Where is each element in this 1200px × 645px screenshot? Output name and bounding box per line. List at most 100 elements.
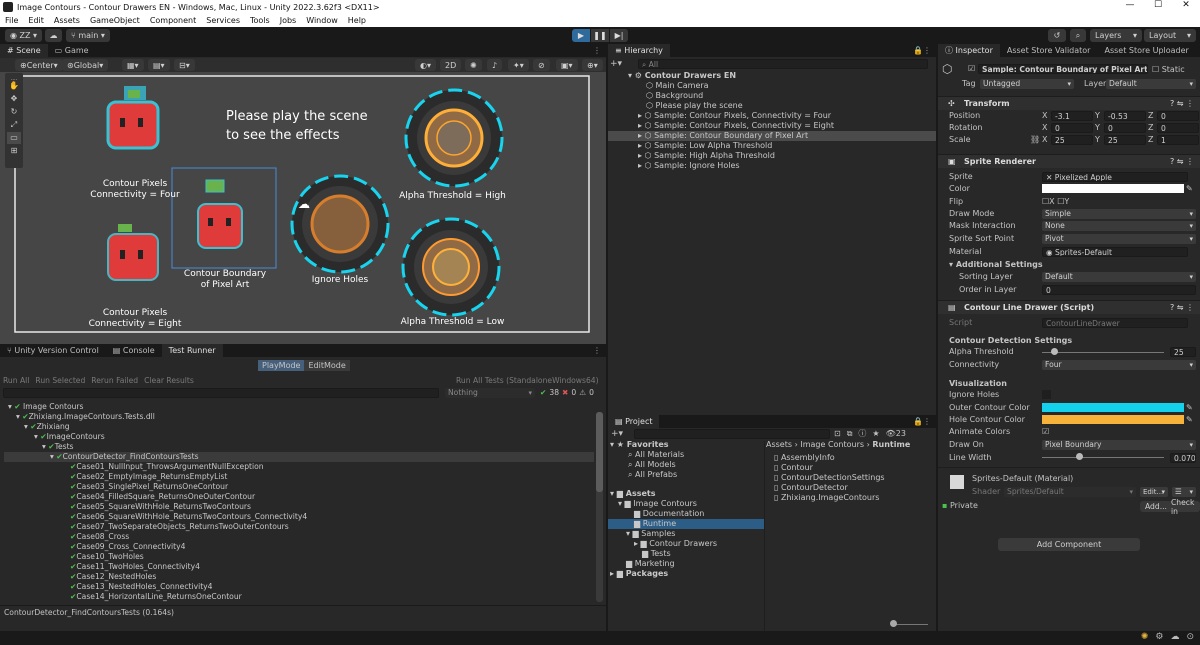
position-z-field[interactable]: 0 — [1157, 111, 1199, 121]
effects-icon[interactable]: ✦▾ — [508, 59, 529, 71]
color-swatch[interactable] — [1042, 184, 1184, 193]
asset-file[interactable]: ▯ AssemblyInfo — [774, 453, 835, 463]
menu-services[interactable]: Services — [201, 16, 245, 25]
folder-item[interactable]: ▆ Documentation — [634, 509, 704, 519]
connectivity-dropdown[interactable]: Four — [1042, 360, 1196, 370]
test-case-row[interactable]: ✔Case12_NestedHoles — [70, 572, 156, 582]
add-icon[interactable]: +▾ — [610, 59, 622, 69]
menu-help[interactable]: Help — [343, 16, 371, 25]
camera-icon[interactable]: ▣▾ — [556, 59, 578, 71]
material-field[interactable]: ◉ Sprites-Default — [1042, 247, 1188, 257]
step-button[interactable]: ▶| — [610, 29, 628, 42]
tab-version-control[interactable]: ⑂ Unity Version Control — [0, 344, 106, 357]
transform-header[interactable]: ✣ Transform ? ⇋ ⋮ — [938, 96, 1200, 110]
favorite-item[interactable]: ⌕ All Models — [628, 460, 676, 470]
position-y-field[interactable]: -0.53 — [1104, 111, 1146, 121]
scene-root[interactable]: ▾ ⚙ Contour Drawers EN — [628, 71, 736, 81]
lighting-icon[interactable]: ✺ — [465, 59, 482, 71]
test-case-row[interactable]: ✔Case14_HorizontalLine_ReturnsOneContour — [70, 592, 242, 602]
asset-file[interactable]: ▯ Contour — [774, 463, 813, 473]
test-case-row[interactable]: ✔Case08_Cross — [70, 532, 129, 542]
layers-dropdown[interactable]: Layers ▾ — [1090, 29, 1142, 42]
shading-icon[interactable]: ◐▾ — [415, 59, 436, 71]
debug-icon[interactable]: ⚙ — [1155, 632, 1163, 642]
check-in-button[interactable]: Check in — [1168, 498, 1200, 516]
hierarchy-item-selected[interactable]: ▸ ⬡ Sample: Contour Boundary of Pixel Ar… — [608, 131, 936, 141]
additional-settings-foldout[interactable]: ▾ Additional Settings — [949, 259, 1043, 270]
test-case-row[interactable]: ✔Case10_TwoHoles — [70, 552, 144, 562]
breadcrumb-item[interactable]: Image Contours — [800, 440, 864, 449]
ignore-holes-checkbox[interactable] — [1042, 390, 1051, 399]
component-menu-icon[interactable]: ? ⇋ ⋮ — [1170, 301, 1194, 314]
breadcrumb-item[interactable]: Runtime — [872, 440, 910, 449]
test-case-row[interactable]: ✔Case01_NullInput_ThrowsArgumentNullExce… — [70, 462, 264, 472]
test-node[interactable]: ▾ ✔Zhixiang — [24, 422, 70, 432]
branch-dropdown[interactable]: ⑂ main ▾ — [66, 29, 110, 42]
search-icon[interactable]: ⌕ — [1070, 29, 1086, 42]
asset-file[interactable]: ▯ Zhixiang.ImageContours — [774, 493, 879, 503]
move-tool-icon[interactable]: ✥ — [7, 93, 21, 105]
breadcrumb-item[interactable]: Assets — [766, 440, 792, 449]
alpha-slider[interactable] — [1042, 352, 1164, 353]
tag-dropdown[interactable]: Untagged — [980, 79, 1074, 89]
eyedropper-icon[interactable]: ✎ — [1186, 183, 1193, 194]
hierarchy-item[interactable]: ⬡ Main Camera — [646, 81, 709, 91]
alpha-field[interactable]: 25 — [1170, 347, 1196, 357]
tab-asset-store-uploader[interactable]: Asset Store Uploader — [1097, 44, 1195, 57]
sprite-field[interactable]: ✕ Pixelized Apple — [1042, 172, 1188, 182]
menu-edit[interactable]: Edit — [23, 16, 49, 25]
favorite-icon[interactable]: ★ — [872, 429, 879, 438]
eyedropper-icon[interactable]: ✎ — [1186, 402, 1193, 413]
line-width-slider[interactable] — [1042, 457, 1164, 458]
draw-mode-dropdown[interactable]: Simple — [1042, 209, 1196, 219]
maximize-icon[interactable]: ☐ — [1144, 0, 1172, 10]
scene-view[interactable]: ☁ Please play the scene to see the effect… — [0, 72, 606, 344]
tab-game[interactable]: ▭ Game — [48, 44, 96, 57]
add-icon[interactable]: +▾ — [611, 429, 623, 439]
minimize-icon[interactable]: — — [1116, 0, 1144, 10]
folder-item[interactable]: ▆ Tests — [642, 549, 671, 559]
asset-file[interactable]: ▯ ContourDetectionSettings — [774, 473, 885, 483]
filter-type-icon[interactable]: ⊡ — [834, 429, 841, 438]
tab-project[interactable]: ▤ Project — [608, 415, 660, 428]
test-case-row[interactable]: ✔Case13_NestedHoles_Connectivity4 — [70, 582, 213, 592]
scale-tool-icon[interactable]: ⤢ — [7, 119, 21, 131]
order-field[interactable]: 0 — [1042, 285, 1196, 295]
pause-button[interactable]: ❚❚ — [591, 29, 609, 42]
menu-assets[interactable]: Assets — [49, 16, 85, 25]
add-component-button[interactable]: Add Component — [998, 538, 1140, 551]
category-filter[interactable]: Nothing — [445, 388, 535, 398]
line-width-field[interactable]: 0.0704 — [1170, 453, 1196, 463]
menu-jobs[interactable]: Jobs — [275, 16, 302, 25]
layout-dropdown[interactable]: Layout ▾ — [1144, 29, 1196, 42]
gizmos-icon[interactable]: ⊕▾ — [582, 59, 603, 71]
rerun-failed-button[interactable]: Rerun Failed — [91, 376, 138, 385]
hierarchy-item[interactable]: ▸ ⬡ Sample: Low Alpha Threshold — [638, 141, 772, 151]
hierarchy-item[interactable]: ▸ ⬡ Sample: Contour Pixels, Connectivity… — [638, 121, 834, 131]
info-icon[interactable]: ⓘ — [858, 428, 866, 439]
test-search[interactable] — [3, 388, 439, 398]
eyedropper-icon[interactable]: ✎ — [1186, 414, 1193, 425]
link-icon[interactable]: ⛓ — [1030, 134, 1040, 145]
collab-icon[interactable]: ⊙ — [1186, 632, 1194, 642]
hand-tool-icon[interactable]: ✋ — [7, 80, 21, 92]
cloud-icon[interactable]: ☁ — [45, 29, 62, 42]
rotation-y-field[interactable]: 0 — [1104, 123, 1146, 133]
tab-scene[interactable]: # Scene — [0, 44, 48, 57]
editmode-tab[interactable]: EditMode — [304, 359, 350, 371]
lock-icon[interactable]: 🔒⋮ — [913, 417, 936, 426]
test-case-row[interactable]: ✔Case07_TwoSeparateObjects_ReturnsTwoOut… — [70, 522, 289, 532]
assets-folder[interactable]: ▾ ▆ Assets — [610, 489, 655, 499]
project-search[interactable] — [634, 429, 830, 439]
tab-hierarchy[interactable]: ≡ Hierarchy — [608, 44, 670, 57]
menu-component[interactable]: Component — [145, 16, 201, 25]
rotation-x-field[interactable]: 0 — [1051, 123, 1093, 133]
test-node-selected[interactable]: ▾ ✔ContourDetector_FindContoursTests — [4, 452, 594, 462]
menu-gameobject[interactable]: GameObject — [85, 16, 145, 25]
menu-file[interactable]: File — [0, 16, 23, 25]
folder-item[interactable]: ▆ Marketing — [626, 559, 675, 569]
close-icon[interactable]: ✕ — [1172, 0, 1200, 10]
audio-icon[interactable]: ♪ — [487, 59, 503, 71]
sprite-renderer-header[interactable]: ▣ Sprite Renderer ? ⇋ ⋮ — [938, 154, 1200, 168]
scale-z-field[interactable]: 1 — [1157, 135, 1199, 145]
